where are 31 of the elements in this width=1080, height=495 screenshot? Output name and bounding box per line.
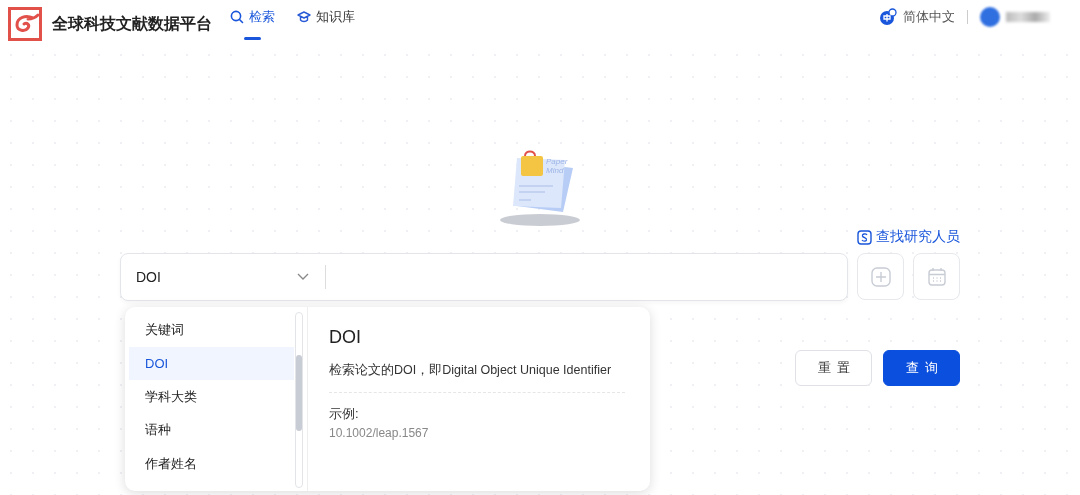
- example-value: 10.1002/leap.1567: [329, 426, 430, 440]
- add-condition-button[interactable]: [857, 253, 904, 300]
- user-avatar[interactable]: [980, 7, 1000, 27]
- field-option[interactable]: 作者姓名: [129, 447, 294, 481]
- query-button[interactable]: 查询: [883, 350, 960, 386]
- language-link[interactable]: 简体中文: [903, 8, 955, 26]
- field-option[interactable]: 语种: [129, 413, 294, 447]
- field-option[interactable]: DOI: [129, 346, 294, 380]
- search-icon: [230, 10, 244, 24]
- plus-icon: [870, 266, 891, 287]
- blurred-username: [1006, 12, 1050, 22]
- illustration-caption: Paper: [546, 157, 568, 166]
- field-select[interactable]: DOI: [121, 265, 326, 289]
- platform-title: 全球科技文献数据平台: [52, 13, 212, 34]
- nav-tab[interactable]: 检索: [230, 0, 275, 48]
- language-icon: [879, 8, 897, 26]
- field-option[interactable]: 关键词: [129, 313, 294, 347]
- find-researcher-link[interactable]: 查找研究人员: [857, 228, 960, 246]
- scrollbar[interactable]: [295, 312, 303, 488]
- nav-tab[interactable]: 知识库: [297, 0, 355, 48]
- field-option[interactable]: 学科大类: [129, 380, 294, 414]
- detail-description: 检索论文的DOI，即Digital Object Unique Identifier: [329, 362, 613, 379]
- graduation-cap-icon: [297, 10, 311, 24]
- detail-title: DOI: [329, 327, 362, 348]
- chevron-down-icon: [297, 273, 309, 281]
- researcher-icon: [857, 229, 872, 245]
- logo-icon: [8, 7, 42, 41]
- calendar-icon: [926, 266, 947, 287]
- reset-button[interactable]: 重置: [795, 350, 872, 386]
- date-button[interactable]: [913, 253, 960, 300]
- example-label: 示例:: [329, 405, 360, 423]
